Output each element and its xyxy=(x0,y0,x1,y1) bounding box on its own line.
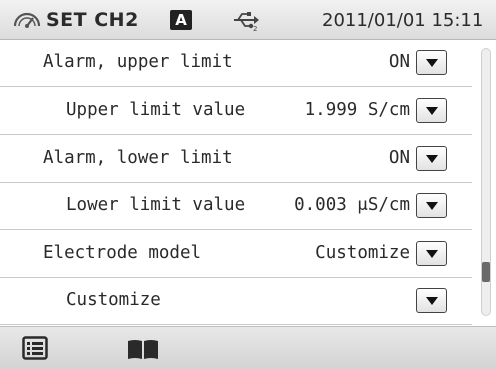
dropdown-button[interactable] xyxy=(416,50,447,75)
setting-value: 1.999 S/cm xyxy=(304,100,410,120)
screen-title: SET CH2 xyxy=(46,9,139,31)
setting-label: Electrode model xyxy=(43,243,202,263)
settings-row-upper-value[interactable]: Upper limit value 1.999 S/cm xyxy=(0,88,472,135)
chevron-down-icon xyxy=(425,201,438,210)
settings-row-customize[interactable]: Customize xyxy=(0,278,472,325)
chevron-down-icon xyxy=(425,296,438,305)
datetime-display: 2011/01/01 15:11 xyxy=(322,10,484,31)
dropdown-button[interactable] xyxy=(416,98,447,123)
setting-value: ON xyxy=(388,148,410,168)
list-icon[interactable] xyxy=(22,336,48,364)
settings-row-electrode-model[interactable]: Electrode model Customize xyxy=(0,231,472,278)
chevron-down-icon xyxy=(425,249,438,258)
dropdown-button[interactable] xyxy=(416,193,447,218)
footer-toolbar xyxy=(0,326,496,369)
settings-row-alarm-upper[interactable]: Alarm, upper limit ON xyxy=(0,40,472,87)
scrollbar-thumb[interactable] xyxy=(482,262,490,282)
chevron-down-icon xyxy=(425,106,438,115)
usb-icon: 2 xyxy=(232,11,260,35)
dropdown-button[interactable] xyxy=(416,288,447,313)
chevron-down-icon xyxy=(425,154,438,163)
setting-value: ON xyxy=(388,52,410,72)
status-header: SET CH2 A 2 2011/01/01 15:11 xyxy=(0,0,496,40)
setting-label: Upper limit value xyxy=(66,100,246,120)
setting-label: Customize xyxy=(66,290,161,310)
settings-row-lower-value[interactable]: Lower limit value 0.003 μS/cm xyxy=(0,183,472,230)
gauge-icon xyxy=(12,10,42,34)
dropdown-button[interactable] xyxy=(416,146,447,171)
settings-row-alarm-lower[interactable]: Alarm, lower limit ON xyxy=(0,136,472,183)
setting-value: Customize xyxy=(315,243,410,263)
settings-list: Alarm, upper limit ON Upper limit value … xyxy=(0,40,472,326)
setting-label: Alarm, lower limit xyxy=(43,148,233,168)
chevron-down-icon xyxy=(425,58,438,67)
svg-text:2: 2 xyxy=(253,25,257,31)
book-icon[interactable] xyxy=(126,338,160,364)
mode-badge: A xyxy=(170,10,192,30)
dropdown-button[interactable] xyxy=(416,241,447,266)
setting-label: Alarm, upper limit xyxy=(43,52,233,72)
setting-label: Lower limit value xyxy=(66,195,246,215)
setting-value: 0.003 μS/cm xyxy=(294,195,410,215)
